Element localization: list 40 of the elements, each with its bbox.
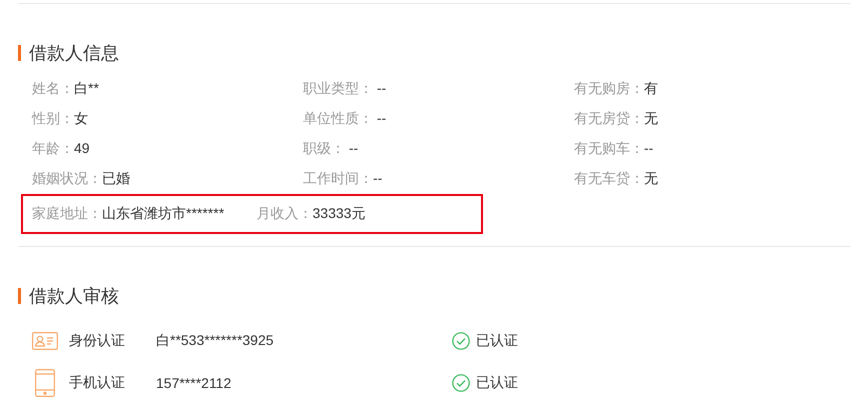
field-value: 无 xyxy=(644,170,658,186)
field-value: -- xyxy=(376,80,386,96)
field-value: -- xyxy=(373,170,382,186)
field-label: 家庭地址： xyxy=(32,205,102,221)
phone-icon xyxy=(35,369,55,397)
field-value: 49 xyxy=(74,140,90,156)
field-value: -- xyxy=(644,140,654,156)
verification-value: 白**533*******3925 xyxy=(156,332,275,350)
field-value: 33333元 xyxy=(312,205,366,221)
field-label: 月收入： xyxy=(256,205,312,221)
section-title: 借款人信息 xyxy=(29,42,119,65)
title-marker xyxy=(18,45,21,61)
verification-status: 已认证 xyxy=(476,374,518,392)
id-card-icon xyxy=(32,332,58,350)
field-label: 有无车贷： xyxy=(574,170,644,186)
field-value: 已婚 xyxy=(102,170,130,186)
field-label: 年龄： xyxy=(32,140,74,156)
field-label: 单位性质： xyxy=(303,110,373,126)
field-label: 工作时间： xyxy=(303,170,373,186)
field-label: 有无购房： xyxy=(574,80,644,96)
field-label: 姓名： xyxy=(32,80,74,96)
field-value: 山东省潍坊市******* xyxy=(102,205,224,221)
field-label: 职业类型： xyxy=(303,80,373,96)
verification-status: 已认证 xyxy=(476,332,518,350)
verification-value: 157****2112 xyxy=(156,375,232,391)
field-value: 白** xyxy=(74,80,99,96)
field-label: 有无房贷： xyxy=(574,110,644,126)
title-marker xyxy=(18,288,21,304)
field-value: 女 xyxy=(74,110,88,126)
verification-label: 手机认证 xyxy=(69,374,126,392)
field-label: 婚姻状况： xyxy=(32,170,102,186)
section-title: 借款人审核 xyxy=(29,285,119,308)
field-value: 有 xyxy=(644,80,658,96)
field-label: 有无购车： xyxy=(574,140,644,156)
field-value: -- xyxy=(348,140,358,156)
field-label: 性别： xyxy=(32,110,74,126)
field-value: -- xyxy=(376,110,386,126)
field-label: 职级： xyxy=(303,140,345,156)
field-value: 无 xyxy=(644,110,658,126)
verification-label: 身份认证 xyxy=(69,332,126,350)
